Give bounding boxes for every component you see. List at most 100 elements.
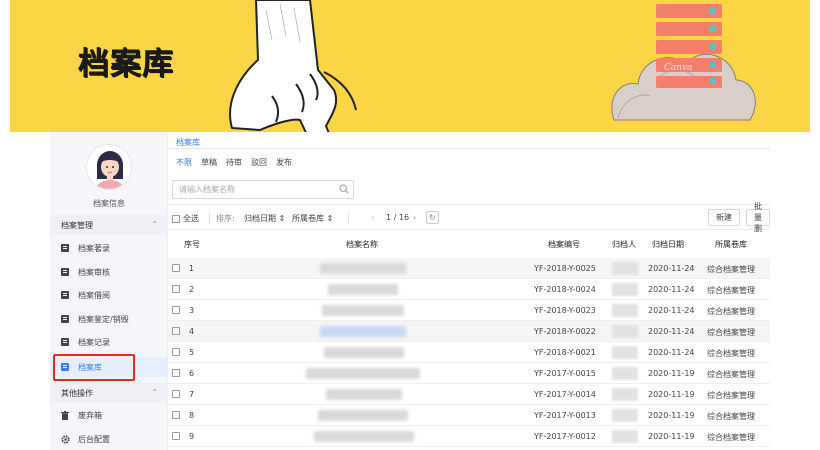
sidebar-item-label: 档案审核 [78,267,110,277]
sidebar-item-archive-records[interactable]: 档案记录 [50,332,168,352]
row-checkbox[interactable] [172,327,180,335]
prev-page-icon[interactable]: ‹ [371,213,374,222]
sidebar: 档案信息 档案管理 ⌃ 档案著录 档案审核 档案借阅 档案鉴定/销毁 档案记录 … [50,132,168,450]
row-library: 综合档案管理 [707,349,755,358]
sidebar-item-archive-entry[interactable]: 档案著录 [50,238,168,258]
row-checkbox[interactable] [172,369,180,377]
column-header-code: 档案编号 [548,240,580,249]
row-library: 综合档案管理 [707,328,755,337]
sidebar-item-archive-review[interactable]: 档案审核 [50,262,168,282]
sidebar-item-archive-borrow[interactable]: 档案借阅 [50,285,168,305]
column-header-library: 所属卷库 [715,240,747,249]
sidebar-item-backend-config[interactable]: 后台配置 [50,429,168,449]
redacted-name [318,410,408,421]
avatar-illustration [87,145,131,189]
select-all[interactable]: 全选 [172,213,199,224]
sort-library[interactable]: 所属卷库 ⇕ [292,213,333,224]
sidebar-item-archive-appraisal[interactable]: 档案鉴定/销毁 [50,309,168,329]
table-row[interactable]: 2 YF-2018-Y-0024 2020-11-24 综合档案管理 [168,279,770,300]
tab-all[interactable]: 不限 [176,157,192,168]
search-input[interactable] [173,181,333,198]
search-box [172,180,354,199]
row-code: YF-2018-Y-0022 [534,327,596,336]
table-row[interactable]: 6 YF-2017-Y-0015 2020-11-19 综合档案管理 [168,363,770,384]
search-icon[interactable] [339,184,349,196]
table-row[interactable]: 8 YF-2017-Y-0013 2020-11-19 综合档案管理 [168,405,770,426]
divider [348,213,349,223]
pointing-hand-icon [229,0,357,132]
row-library: 综合档案管理 [707,265,755,274]
sidebar-item-archive-library[interactable]: 档案库 [50,357,168,377]
row-index: 8 [189,411,195,420]
redacted-archiver [612,325,638,338]
sidebar-item-label: 档案库 [78,362,102,372]
row-index: 2 [189,285,195,294]
row-checkbox[interactable] [172,306,180,314]
row-checkbox[interactable] [172,411,180,419]
row-library: 综合档案管理 [707,433,755,442]
select-all-label: 全选 [183,214,199,223]
breadcrumb[interactable]: 档案库 [176,137,200,148]
select-all-checkbox[interactable] [172,214,180,223]
refresh-icon[interactable]: ↻ [426,211,439,224]
redacted-name [320,326,406,337]
row-checkbox[interactable] [172,348,180,356]
row-checkbox[interactable] [172,390,180,398]
batch-delete-button[interactable]: 批量删 [746,202,770,233]
redacted-name [328,284,398,295]
sidebar-item-label: 废弃箱 [78,410,102,420]
gear-icon [61,435,70,444]
table-row[interactable]: 4 YF-2018-Y-0022 2020-11-24 综合档案管理 [168,321,770,342]
table-header: 序号 档案名称 档案编号 归档人 归档日期 所属卷库 [168,236,770,252]
table-row[interactable]: 5 YF-2018-Y-0021 2020-11-24 综合档案管理 [168,342,770,363]
sort-label: 排序: [216,214,235,223]
table-row[interactable]: 9 YF-2017-Y-0012 2020-11-19 综合档案管理 [168,426,770,447]
table-row[interactable]: 3 YF-2018-Y-0023 2020-11-24 综合档案管理 [168,300,770,321]
row-index: 3 [189,306,195,315]
new-button[interactable]: 新建 [708,209,740,226]
redacted-name [322,305,404,316]
chevron-up-icon: ⌃ [151,220,158,229]
tab-pending[interactable]: 待审 [226,157,242,168]
redacted-archiver [612,430,638,443]
sidebar-item-label: 档案借阅 [78,290,110,300]
sort-archive-date[interactable]: 归档日期 ⇕ [244,213,285,224]
document-icon [61,315,69,323]
row-checkbox[interactable] [172,432,180,440]
sidebar-item-label: 档案鉴定/销毁 [78,314,129,324]
avatar[interactable] [86,144,132,190]
row-checkbox[interactable] [172,285,180,293]
tab-published[interactable]: 发布 [276,157,292,168]
column-header-date: 归档日期 [652,240,684,249]
row-date: 2020-11-24 [648,327,695,336]
tab-draft[interactable]: 草稿 [201,157,217,168]
archive-app: 档案信息 档案管理 ⌃ 档案著录 档案审核 档案借阅 档案鉴定/销毁 档案记录 … [50,132,770,450]
row-index: 1 [189,264,195,273]
row-code: YF-2018-Y-0024 [534,285,596,294]
profile-label[interactable]: 档案信息 [50,198,168,209]
canva-watermark: Canva [664,63,693,73]
row-checkbox[interactable] [172,264,180,272]
tab-rejected[interactable]: 驳回 [251,157,267,168]
row-library: 综合档案管理 [707,370,755,379]
page-indicator: 1 / 16 [386,213,410,222]
row-date: 2020-11-19 [648,432,695,441]
document-icon [61,268,69,276]
table-row[interactable]: 7 YF-2017-Y-0014 2020-11-19 综合档案管理 [168,384,770,405]
row-date: 2020-11-19 [648,411,695,420]
menu-group-label: 档案管理 [61,220,93,230]
sidebar-item-label: 档案著录 [78,243,110,253]
document-icon [61,291,69,299]
row-code: YF-2017-Y-0014 [534,390,596,399]
menu-group-other-operations[interactable]: 其他操作 ⌃ [50,383,168,403]
sidebar-item-label: 后台配置 [78,434,110,444]
sidebar-item-trash[interactable]: 废弃箱 [50,405,168,425]
next-page-icon[interactable]: › [413,213,416,222]
row-library: 综合档案管理 [707,307,755,316]
menu-group-label: 其他操作 [61,388,93,398]
menu-group-archive-management[interactable]: 档案管理 ⌃ [50,215,168,235]
document-icon [61,338,69,346]
sidebar-item-label: 档案记录 [78,337,110,347]
table-row[interactable]: 1 YF-2018-Y-0025 2020-11-24 综合档案管理 [168,258,770,279]
redacted-name [320,263,406,274]
